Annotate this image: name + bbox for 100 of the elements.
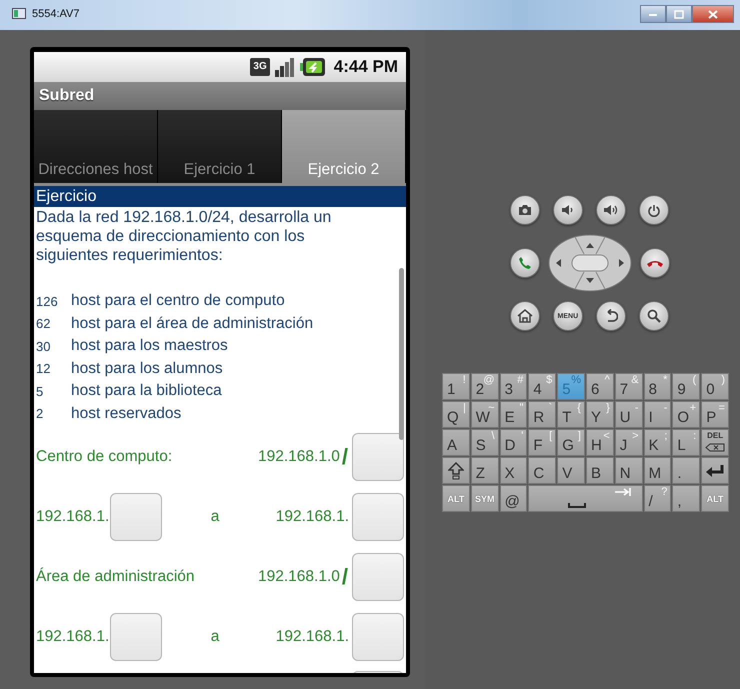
keyboard-key[interactable]: DEL <box>701 429 729 456</box>
home-button[interactable] <box>510 301 540 331</box>
app-title: Subred <box>39 87 94 105</box>
signal-icon <box>274 56 296 78</box>
keyboard-key[interactable]: F [ <box>528 429 556 456</box>
dpad[interactable] <box>548 234 632 292</box>
keyboard-key[interactable]: / ? <box>644 485 672 512</box>
power-icon <box>648 204 660 216</box>
requirement-text: host para los alumnos <box>71 360 223 378</box>
keyboard-key[interactable]: N <box>614 457 643 484</box>
keyboard-key[interactable]: G ] <box>557 429 585 456</box>
keyboard-key[interactable]: 8 * <box>644 373 672 400</box>
hang-up-icon <box>646 258 664 268</box>
window-title: 5554:AV7 <box>32 8 80 20</box>
end-host-input[interactable] <box>352 613 404 661</box>
enter-icon <box>705 464 726 478</box>
tab[interactable]: Ejercicio 2 <box>282 110 406 183</box>
keyboard-key[interactable]: 3 # <box>500 373 528 400</box>
scrollbar[interactable] <box>399 268 404 440</box>
phone-icon <box>518 256 532 270</box>
host-count: 2 <box>35 406 44 422</box>
intro-paragraph: Dada la red 192.168.1.0/24, desarrolla un esquema de direccionamiento con los siguientes requerimientos: <box>36 208 332 265</box>
subnet-label: Centro de computo: <box>36 448 174 466</box>
keyboard-key[interactable]: 4 $ <box>528 373 556 400</box>
backspace-icon <box>705 443 726 452</box>
close-button[interactable] <box>692 5 734 23</box>
start-host-input[interactable] <box>110 613 162 661</box>
range-connector: a <box>210 508 220 526</box>
keyboard-key[interactable]: M <box>644 457 672 484</box>
keyboard-key[interactable]: 2@ <box>470 373 499 400</box>
power-button[interactable] <box>639 195 670 225</box>
host-count: 12 <box>35 361 52 376</box>
end-host-input[interactable] <box>352 493 404 541</box>
end-address-prefix: 192.168.1. <box>276 508 349 526</box>
keyboard-key[interactable]: L : <box>672 429 700 456</box>
back-button[interactable] <box>596 301 626 331</box>
keyboard-key[interactable]: U - <box>614 401 643 428</box>
keyboard-key[interactable]: C <box>528 457 556 484</box>
maximize-icon <box>674 10 684 18</box>
keyboard-key[interactable]: K ; <box>644 429 672 456</box>
keyboard-key[interactable]: @ <box>500 485 528 512</box>
camera-button[interactable] <box>510 195 540 225</box>
keyboard-key[interactable]: J > <box>614 429 643 456</box>
volume-down-icon <box>560 204 575 216</box>
search-icon <box>647 309 662 323</box>
volume-up-button[interactable] <box>596 195 626 225</box>
battery-icon <box>300 57 326 77</box>
prefix-input[interactable] <box>352 433 404 481</box>
prefix-input[interactable] <box>352 553 404 601</box>
keyboard-key[interactable]: . <box>672 457 700 484</box>
keyboard-key[interactable] <box>442 457 470 484</box>
keyboard-key[interactable]: V <box>557 457 585 484</box>
keyboard-key[interactable]: S \ <box>470 429 499 456</box>
keyboard-key[interactable]: Q | <box>442 401 470 428</box>
host-count: 126 <box>35 294 59 309</box>
keyboard-key[interactable]: R ` <box>528 401 556 428</box>
keyboard-key[interactable]: B <box>586 457 614 484</box>
tab[interactable]: Direcciones host <box>34 110 158 183</box>
keyboard-key[interactable]: 1 ! <box>442 373 470 400</box>
keyboard-key[interactable]: A <box>442 429 470 456</box>
keyboard-key[interactable]: T { <box>557 401 585 428</box>
maximize-button[interactable] <box>666 5 692 23</box>
requirement-text: host para la biblioteca <box>71 382 222 400</box>
camera-icon <box>518 204 532 216</box>
tab[interactable]: Ejercicio 1 <box>158 110 282 183</box>
minimize-icon <box>648 11 658 17</box>
start-host-input[interactable] <box>110 493 162 541</box>
start-address-prefix: 192.168.1. <box>36 628 110 646</box>
status-time: 4:44 PM <box>334 57 398 77</box>
network-address: 192.168.1.0 <box>258 448 340 466</box>
keyboard-key[interactable]: Y } <box>586 401 614 428</box>
host-count: 30 <box>35 338 52 354</box>
keyboard-key[interactable]: 6 ^ <box>586 373 614 400</box>
search-button[interactable] <box>639 301 670 331</box>
keyboard-key[interactable]: W~ <box>470 401 499 428</box>
keyboard-key[interactable]: Z <box>470 457 499 484</box>
app-icon <box>12 8 26 19</box>
volume-down-button[interactable] <box>552 195 583 225</box>
start-address-prefix: 192.168.1. <box>36 508 110 526</box>
keyboard-key[interactable]: X <box>500 457 528 484</box>
keyboard-key[interactable]: H< <box>586 429 614 456</box>
slash-separator: / <box>342 444 348 470</box>
range-connector: a <box>210 628 220 646</box>
call-button[interactable] <box>510 248 540 278</box>
end-call-button[interactable] <box>640 248 670 278</box>
minimize-button[interactable] <box>640 5 666 23</box>
keyboard-key[interactable]: 7 & <box>614 373 643 400</box>
shift-icon <box>448 462 464 480</box>
keyboard-key[interactable]: 9 ( <box>672 373 700 400</box>
keyboard-key[interactable]: D ' <box>500 429 528 456</box>
requirement-text: host para el centro de computo <box>71 292 285 310</box>
keyboard-key[interactable]: O+ <box>672 401 700 428</box>
keyboard-key[interactable] <box>701 457 729 484</box>
keyboard-key[interactable]: I - <box>644 401 672 428</box>
keyboard-key[interactable]: P= <box>701 401 729 428</box>
network-address: 192.168.1.0 <box>258 568 340 586</box>
network-badge: 3G <box>250 58 270 76</box>
keyboard-key[interactable]: , <box>672 485 700 512</box>
keyboard-key[interactable]: E " <box>500 401 528 428</box>
keyboard-key[interactable]: 0 ) <box>701 373 729 400</box>
